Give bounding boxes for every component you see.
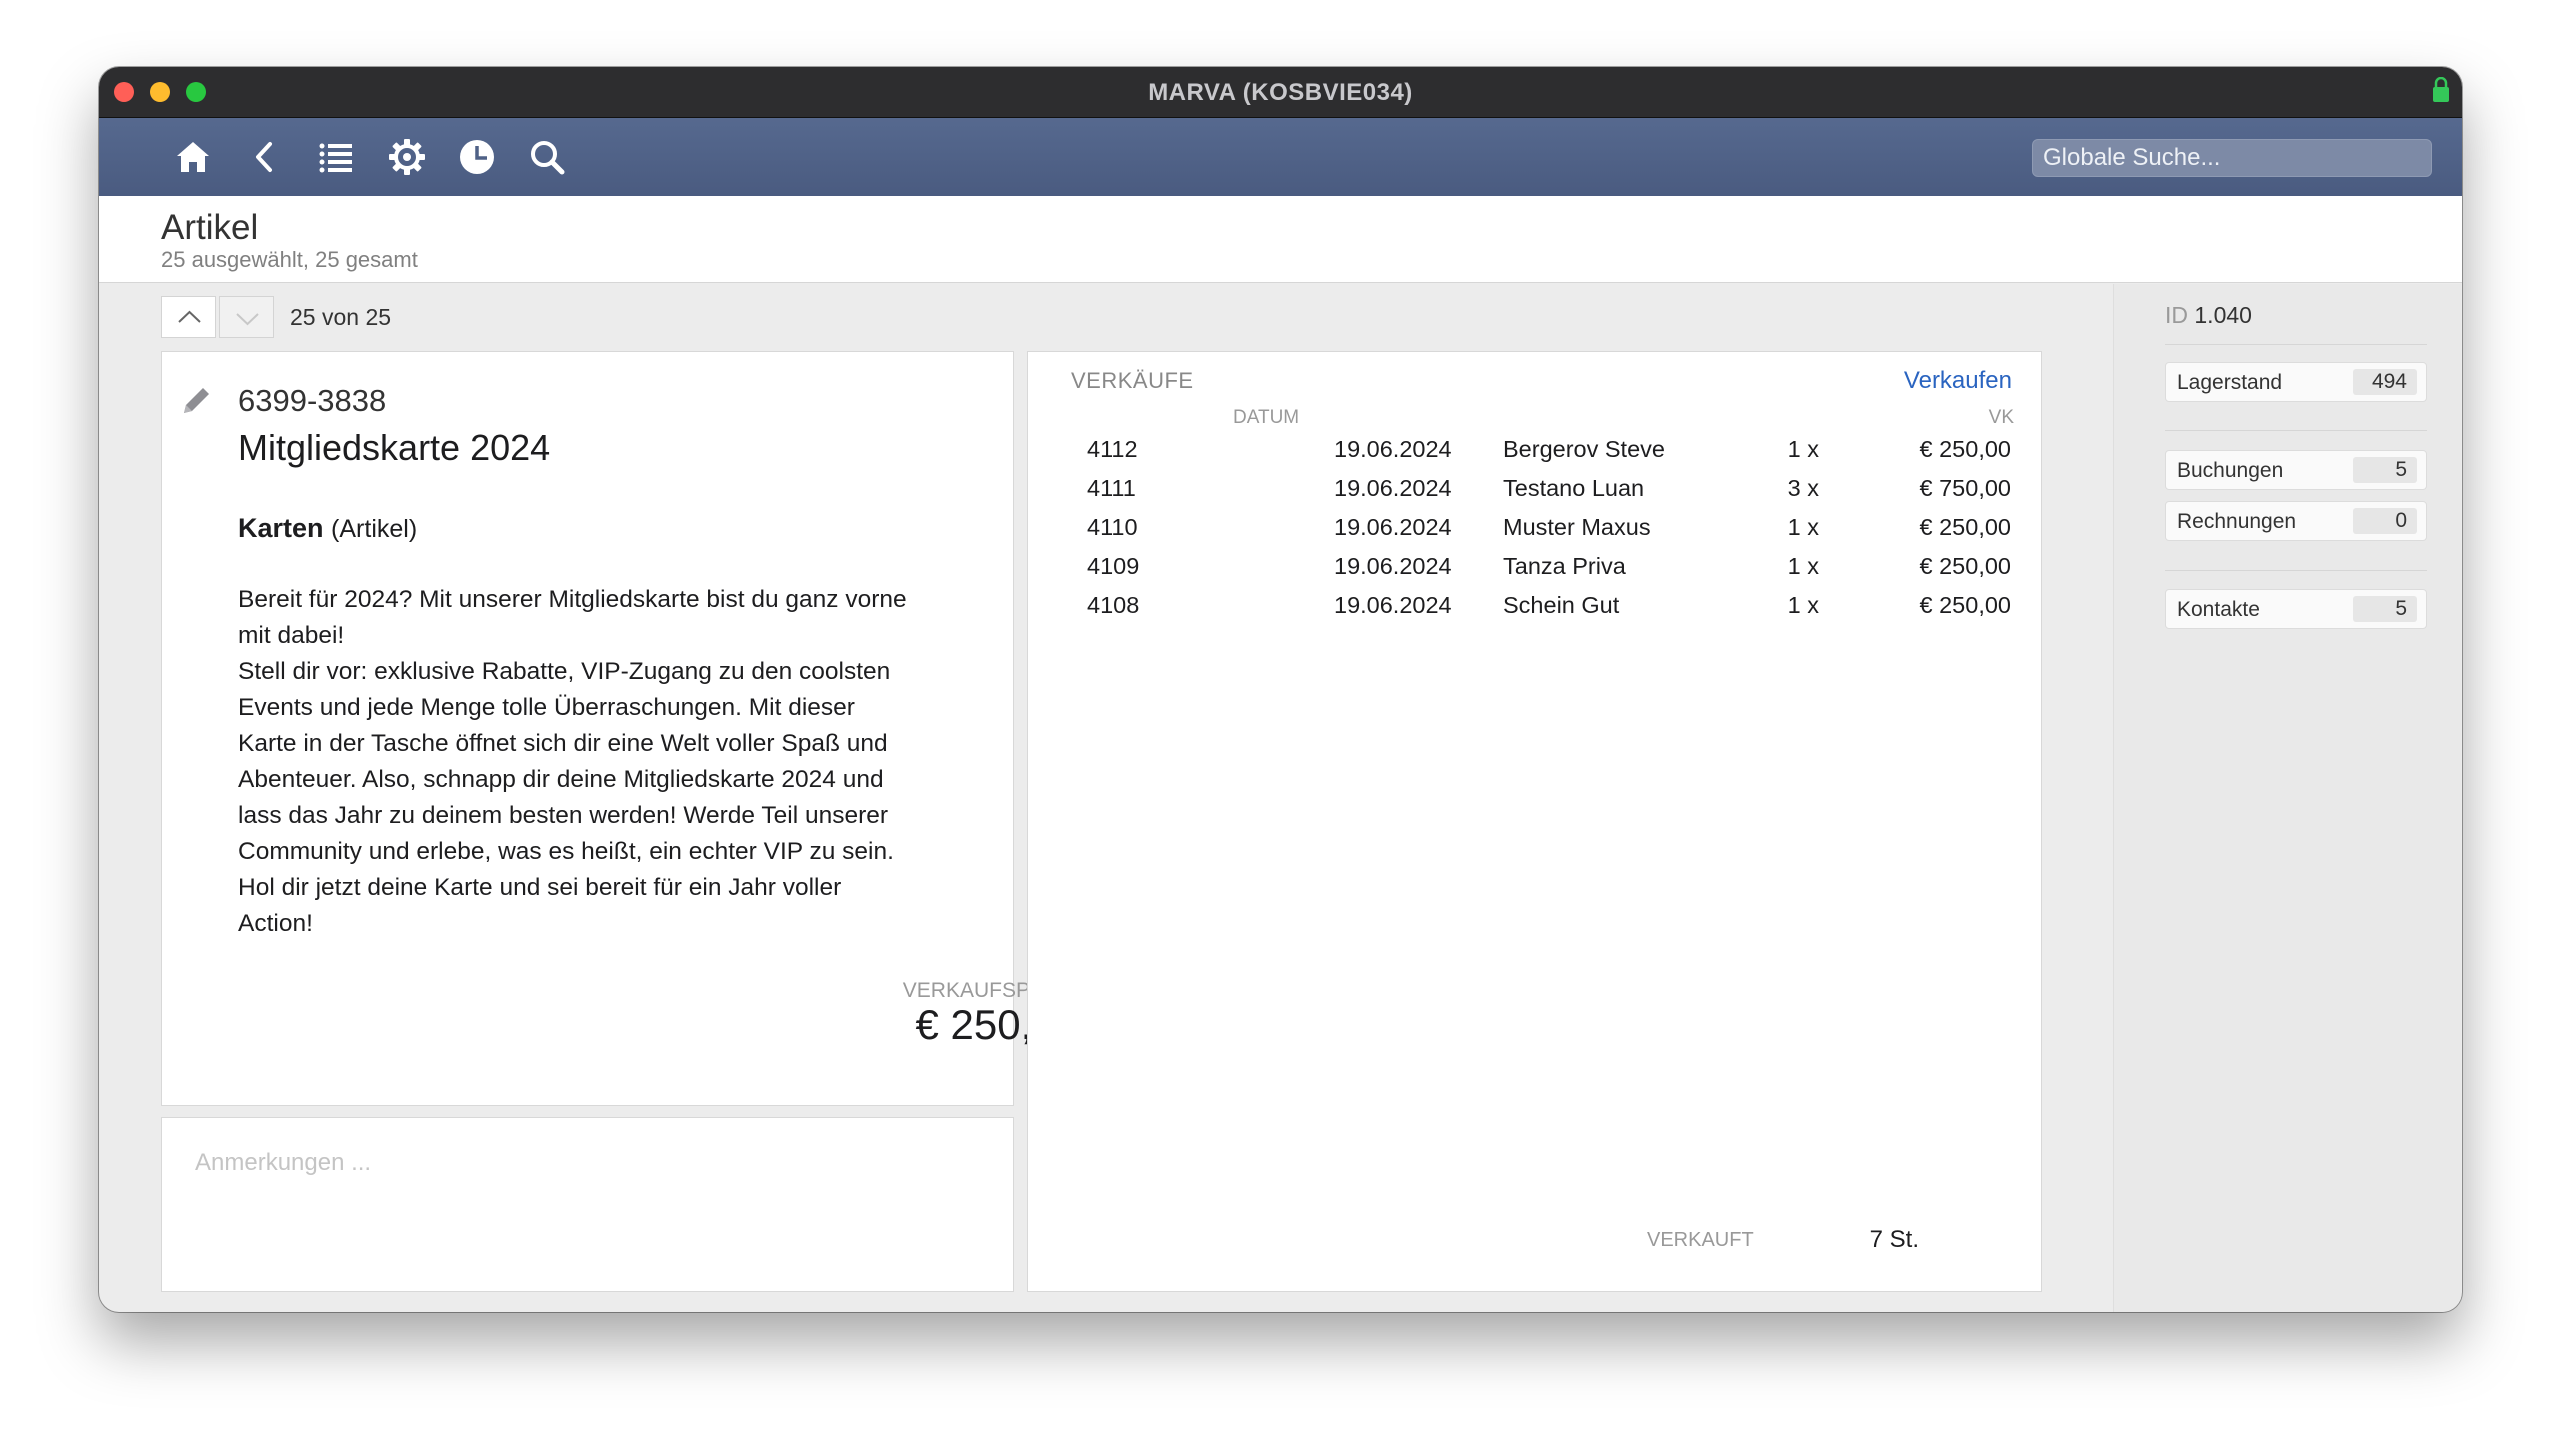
sidebar-item-count: 494 [2353,369,2417,395]
customer-name: Muster Maxus [1503,514,1651,540]
article-name: Mitgliedskarte 2024 [238,427,551,468]
sidebar-item-label: Buchungen [2177,459,2284,482]
page-title: Artikel [161,208,259,247]
article-category: Karten (Artikel) [238,513,417,544]
sidebar-item-count: 0 [2353,508,2417,534]
record-id-label: ID [2165,302,2188,328]
description-line: Stell dir vor: exklusive Rabatte, VIP-Zu… [238,658,891,685]
sale-quantity: 1 x [1787,553,1819,579]
home-icon[interactable] [173,137,213,177]
table-row[interactable]: 4108 19.06.2024 Schein Gut 1 x € 250,00 [1071,592,2026,631]
category-name: Karten [238,513,324,543]
next-record-button[interactable] [219,296,274,338]
column-header-date: DATUM [1233,407,1300,428]
list-icon[interactable] [316,137,356,177]
description-line: Abenteuer. Also, schnapp dir deine Mitgl… [238,766,884,793]
description-line: Action! [238,910,313,937]
description-line: Karte in der Tasche öffnet sich dir eine… [238,730,888,757]
divider [2165,430,2427,431]
customer-name: Tanza Priva [1503,553,1626,579]
table-row[interactable]: 4112 19.06.2024 Bergerov Steve 1 x € 250… [1071,436,2026,475]
sale-id: 4111 [1087,475,1136,501]
record-id-value: 1.040 [2194,302,2252,328]
divider [2165,344,2427,345]
title-bar: MARVA (KOSBVIE034) [99,67,2462,118]
info-sidebar: ID 1.040 Lagerstand 494 Buchungen 5 Rech… [2113,284,2461,1312]
description-line: Community und erlebe, was es heißt, ein … [238,838,894,865]
category-type: (Artikel) [331,515,418,543]
window-title: MARVA (KOSBVIE034) [1148,79,1413,106]
description-line: lass das Jahr zu deinem besten werden! W… [238,802,889,829]
sale-date: 19.06.2024 [1334,514,1452,540]
article-description: Bereit für 2024? Mit unserer Mitgliedska… [238,582,958,942]
column-header-vk: VK [1988,407,2014,428]
sidebar-item-lagerstand[interactable]: Lagerstand 494 [2165,362,2427,402]
sidebar-item-label: Lagerstand [2177,371,2283,394]
previous-record-button[interactable] [161,296,216,338]
sell-link[interactable]: Verkaufen [1819,367,2012,395]
sale-quantity: 1 x [1787,436,1819,462]
selection-summary: 25 ausgewählt, 25 gesamt [161,247,418,272]
sidebar-item-count: 5 [2353,457,2417,483]
search-icon[interactable] [527,137,567,177]
sold-total-value: 7 St. [1869,1226,1919,1253]
customer-name: Bergerov Steve [1503,436,1665,462]
sale-amount: € 250,00 [1919,592,2011,618]
sold-total-label: VERKAUFT [1647,1229,1754,1251]
pencil-icon[interactable] [179,382,215,418]
sale-amount: € 250,00 [1919,514,2011,540]
global-search-input[interactable] [2032,139,2432,177]
sale-amount: € 250,00 [1919,436,2011,462]
chevron-up-icon [178,310,201,323]
record-id: ID 1.040 [2165,302,2252,329]
sale-date: 19.06.2024 [1334,475,1452,501]
sidebar-item-rechnungen[interactable]: Rechnungen 0 [2165,501,2427,541]
sidebar-item-count: 5 [2353,596,2417,622]
sale-id: 4110 [1087,514,1138,540]
record-position: 25 von 25 [290,304,392,330]
app-window: MARVA (KOSBVIE034) Globale Suche... Arti… [99,67,2462,1312]
sales-section-title: VERKÄUFE [1071,368,1194,393]
sidebar-item-label: Kontakte [2177,598,2260,621]
sale-date: 19.06.2024 [1334,553,1452,579]
lock-icon [2433,77,2449,102]
sidebar-item-buchungen[interactable]: Buchungen 5 [2165,450,2427,490]
description-line: Events und jede Menge tolle Überraschung… [238,694,855,721]
sale-amount: € 250,00 [1919,553,2011,579]
sale-amount: € 750,00 [1919,475,2011,501]
description-line: Bereit für 2024? Mit unserer Mitgliedska… [238,586,907,613]
sale-quantity: 1 x [1787,514,1819,540]
table-row[interactable]: 4109 19.06.2024 Tanza Priva 1 x € 250,00 [1071,553,2026,592]
sidebar-item-label: Rechnungen [2177,510,2297,533]
article-number: 6399-3838 [238,383,387,418]
table-row[interactable]: 4111 19.06.2024 Testano Luan 3 x € 750,0… [1071,475,2026,514]
description-line: mit dabei! [238,622,345,649]
sale-quantity: 1 x [1787,592,1819,618]
divider [2165,570,2427,571]
notes-input[interactable] [163,1119,1014,1292]
sale-quantity: 3 x [1787,475,1819,501]
notes-card [161,1117,1014,1292]
table-row[interactable]: 4110 19.06.2024 Muster Maxus 1 x € 250,0… [1071,514,2026,553]
sidebar-item-kontakte[interactable]: Kontakte 5 [2165,589,2427,629]
clock-icon[interactable] [457,137,497,177]
back-icon[interactable] [245,137,285,177]
sale-date: 19.06.2024 [1334,436,1452,462]
sale-id: 4112 [1087,436,1138,462]
sale-id: 4108 [1087,592,1140,618]
sale-date: 19.06.2024 [1334,592,1452,618]
gear-icon[interactable] [387,137,427,177]
sale-id: 4109 [1087,553,1140,579]
page-header: Artikel 25 ausgewählt, 25 gesamt [99,196,2462,283]
customer-name: Testano Luan [1503,475,1645,501]
customer-name: Schein Gut [1503,592,1620,618]
description-line: Hol dir jetzt deine Karte und sei bereit… [238,874,842,901]
chevron-down-icon [236,313,259,326]
toolbar [99,118,2462,196]
